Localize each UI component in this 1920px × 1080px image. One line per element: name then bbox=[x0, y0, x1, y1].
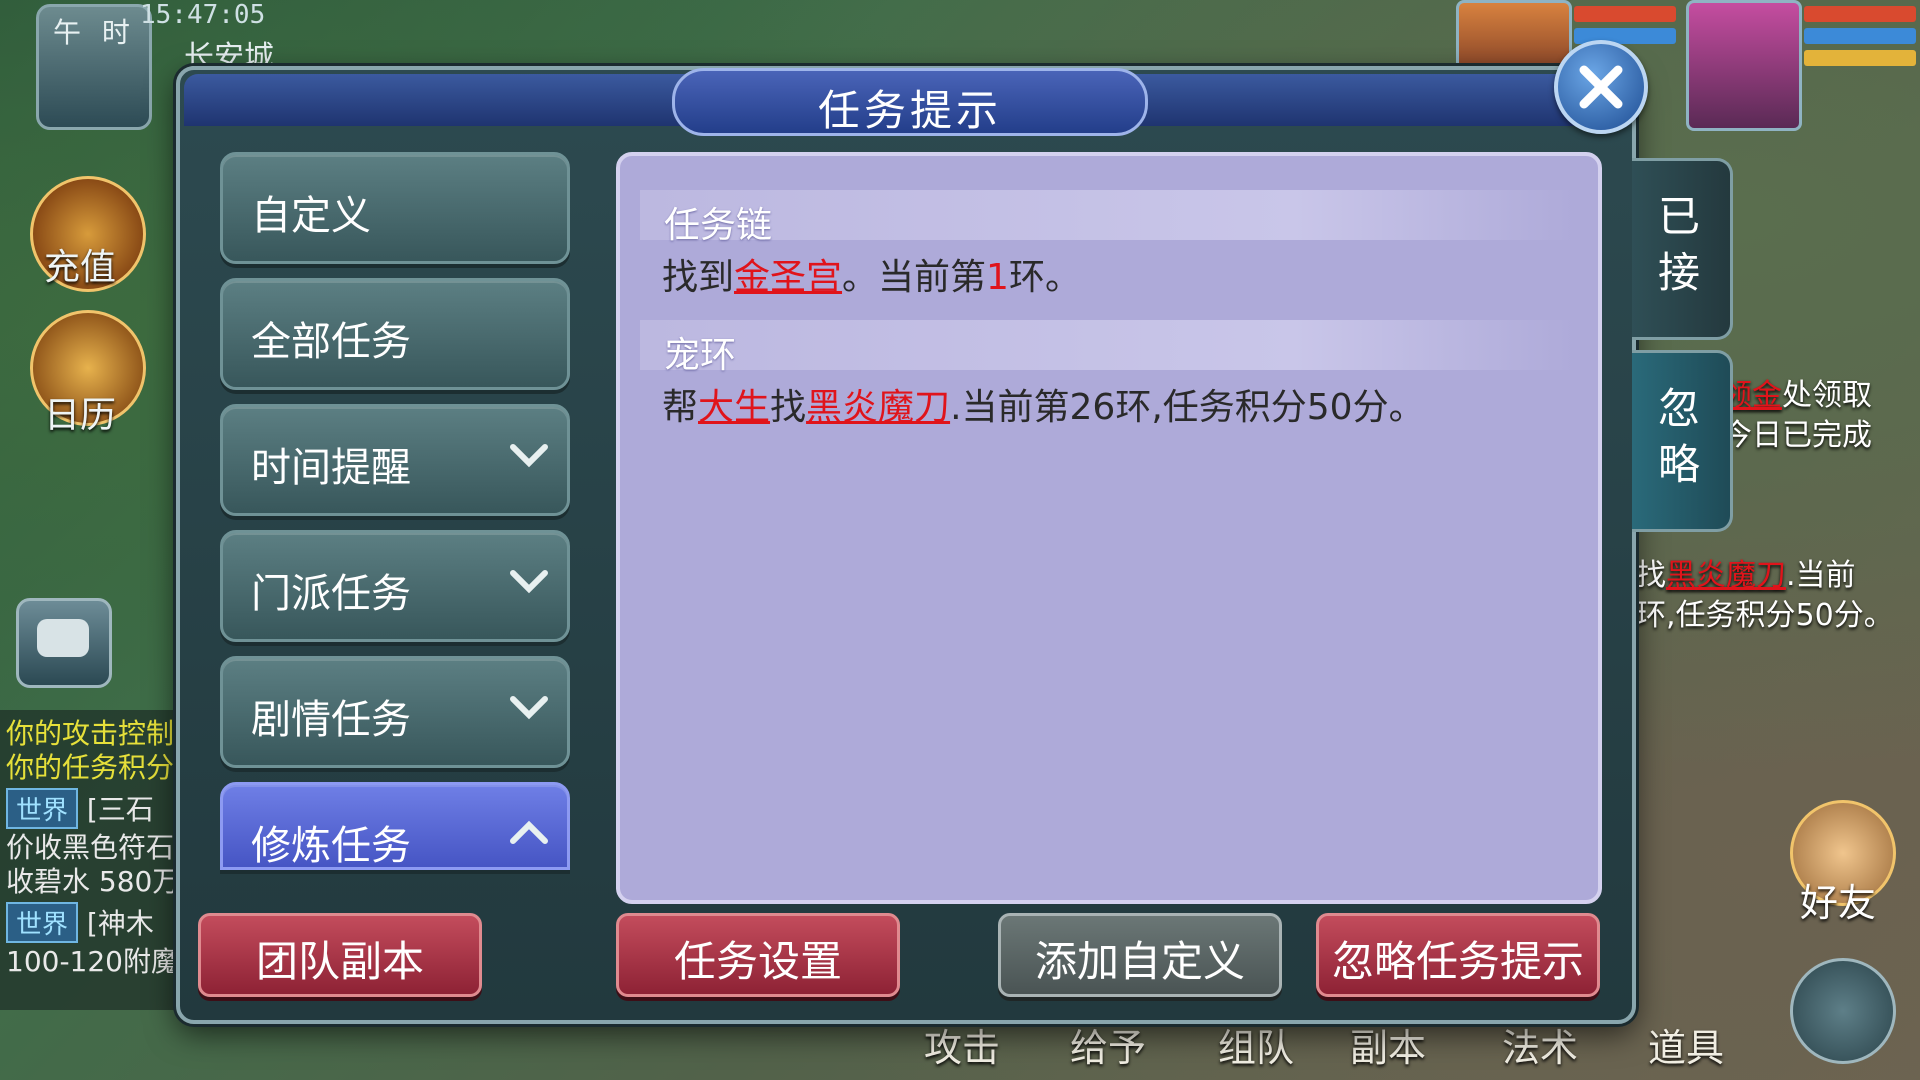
time-of-day-label: 午 时 bbox=[53, 16, 136, 49]
section-header-task-chain: 任务链 bbox=[640, 190, 1576, 246]
button-label: 团队副本 bbox=[255, 937, 424, 986]
chat-line: 100-120附魔 bbox=[6, 945, 178, 978]
pet-ring-description: 帮大生找黑炎魔刀.当前第26环,任务积分50分。 bbox=[662, 387, 1425, 428]
friend-label: 好友 bbox=[1800, 881, 1877, 925]
button-label: 任务设置 bbox=[673, 937, 842, 986]
dialog-title: 任务提示 bbox=[817, 86, 1002, 135]
dungeon-button[interactable]: 副本 bbox=[1350, 1017, 1426, 1072]
task-settings-button[interactable]: 任务设置 bbox=[616, 913, 900, 997]
category-cultivation-tasks[interactable]: 修炼任务 bbox=[220, 782, 570, 870]
player-hp-bar bbox=[1804, 6, 1916, 22]
category-label: 剧情任务 bbox=[251, 697, 411, 743]
chat-line: 世界 [神木 bbox=[6, 902, 178, 943]
quest-tracker-text: 环,任务积分50分。 bbox=[1636, 598, 1894, 633]
category-all-tasks[interactable]: 全部任务 bbox=[220, 278, 570, 390]
category-label: 时间提醒 bbox=[251, 445, 411, 491]
recharge-label: 充值 bbox=[44, 247, 117, 288]
category-story-tasks[interactable]: 剧情任务 bbox=[220, 656, 570, 768]
category-label: 修炼任务 bbox=[251, 823, 411, 869]
chat-line: 世界 [三石 bbox=[6, 788, 178, 829]
chat-line: 收碧水 580万 bbox=[6, 865, 178, 898]
attack-button[interactable]: 攻击 bbox=[924, 1017, 1000, 1072]
tab-ignored-label: 忽略 bbox=[1657, 384, 1700, 489]
chevron-down-icon bbox=[510, 696, 548, 720]
world-channel-badge[interactable]: 世界 bbox=[6, 788, 79, 829]
player-portrait[interactable] bbox=[1686, 0, 1802, 131]
section-heading: 宠环 bbox=[664, 335, 737, 376]
tab-ignored[interactable]: 忽略 bbox=[1632, 350, 1733, 532]
player-sp-bar bbox=[1804, 50, 1916, 66]
quest-tracker-text: 领金处领取 bbox=[1722, 378, 1872, 413]
task-chain-description: 找到金圣宫。当前第1环。 bbox=[662, 257, 1081, 298]
npc-link[interactable]: 大生 bbox=[698, 387, 770, 428]
ignore-task-hint-button[interactable]: 忽略任务提示 bbox=[1316, 913, 1600, 997]
quest-tracker-text: 找黑炎魔刀.当前 bbox=[1636, 558, 1856, 593]
close-icon bbox=[1579, 65, 1623, 109]
section-header-pet-ring: 宠环 bbox=[640, 320, 1576, 376]
category-time-reminder[interactable]: 时间提醒 bbox=[220, 404, 570, 516]
tab-accepted[interactable]: 已接 bbox=[1632, 158, 1733, 340]
section-heading: 任务链 bbox=[664, 205, 773, 246]
chat-bubble-icon[interactable] bbox=[16, 598, 112, 688]
category-custom[interactable]: 自定义 bbox=[220, 152, 570, 264]
player-mp-bar bbox=[1804, 28, 1916, 44]
category-label: 自定义 bbox=[251, 193, 371, 239]
item-link[interactable]: 黑炎魔刀 bbox=[806, 387, 950, 428]
pet-hp-bar bbox=[1574, 6, 1676, 22]
team-button[interactable]: 组队 bbox=[1218, 1017, 1294, 1072]
task-content-panel[interactable]: 任务链 找到金圣宫。当前第1环。 宠环 帮大生找黑炎魔刀.当前第26环,任务积分… bbox=[616, 152, 1602, 904]
chevron-down-icon bbox=[510, 444, 548, 468]
button-label: 添加自定义 bbox=[1034, 937, 1245, 986]
skills-button[interactable]: 法术 bbox=[1502, 1017, 1578, 1072]
clock-readout: 15:47:05 bbox=[140, 0, 266, 30]
world-channel-badge[interactable]: 世界 bbox=[6, 902, 79, 943]
title-plate: 任务提示 bbox=[672, 68, 1148, 136]
chevron-up-icon bbox=[510, 820, 548, 844]
give-button[interactable]: 给予 bbox=[1070, 1017, 1146, 1072]
close-button[interactable] bbox=[1554, 40, 1648, 134]
category-sect-tasks[interactable]: 门派任务 bbox=[220, 530, 570, 642]
tab-accepted-label: 已接 bbox=[1657, 192, 1700, 297]
items-button[interactable]: 道具 bbox=[1648, 1017, 1724, 1072]
time-of-day-badge[interactable]: 午 时 bbox=[36, 4, 152, 130]
add-custom-button[interactable]: 添加自定义 bbox=[998, 913, 1282, 997]
chat-line: 你的任务积分 bbox=[6, 751, 175, 784]
npc-link[interactable]: 金圣宫 bbox=[734, 257, 842, 298]
category-label: 门派任务 bbox=[251, 571, 411, 617]
dialog-header: 任务提示 bbox=[184, 68, 1628, 136]
chat-panel[interactable]: 你的攻击控制 你的任务积分 世界 [三石 价收黑色符石 收碧水 580万 世界 … bbox=[0, 710, 178, 1010]
team-dungeon-button[interactable]: 团队副本 bbox=[198, 913, 482, 997]
quest-tracker-text: 今日已完成 bbox=[1722, 418, 1872, 453]
button-label: 忽略任务提示 bbox=[1331, 937, 1584, 986]
task-hint-dialog: 任务提示 自定义 全部任务 时间提醒 门派任务 剧情任务 修炼任务 任务链 找到… bbox=[176, 66, 1733, 1024]
category-label: 全部任务 bbox=[251, 319, 411, 365]
chevron-down-icon bbox=[510, 570, 548, 594]
calendar-label: 日历 bbox=[44, 395, 117, 436]
